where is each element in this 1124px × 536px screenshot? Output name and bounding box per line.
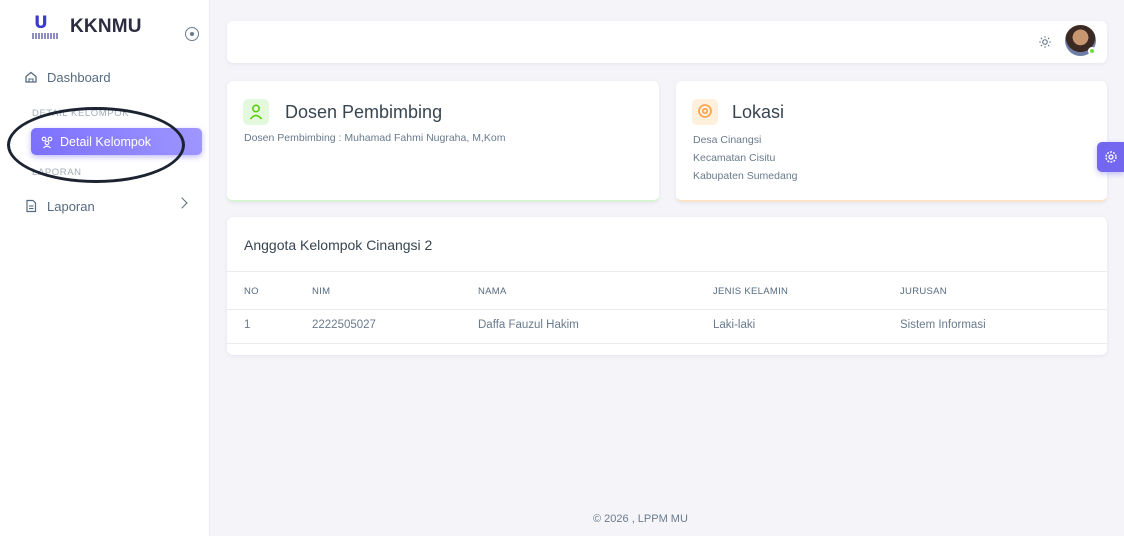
anggota-card: Anggota Kelompok Cinangsi 2 NO NIM NAMA … — [227, 217, 1107, 355]
sidebar-item-label: Dashboard — [47, 69, 111, 85]
lokasi-desa: Desa Cinangsi — [693, 134, 762, 146]
divider — [227, 343, 1107, 344]
annotation-ellipse — [7, 107, 185, 183]
sidebar-item-dashboard[interactable]: Dashboard — [24, 63, 111, 91]
sidebar-toggle-icon[interactable] — [185, 27, 199, 41]
file-text-icon — [26, 199, 37, 213]
lokasi-title: Lokasi — [732, 102, 785, 122]
online-status-dot — [1088, 47, 1096, 55]
university-logo: U — [32, 14, 58, 40]
user-icon — [243, 99, 269, 125]
chevron-right-icon[interactable] — [176, 197, 188, 209]
sidebar-item-laporan[interactable]: Laporan — [24, 192, 95, 220]
col-header-no: NO — [244, 286, 259, 297]
brand-name: KKNMU — [70, 16, 142, 37]
lokasi-kabupaten: Kabupaten Sumedang — [693, 170, 798, 182]
top-navbar — [227, 21, 1107, 63]
footer-copyright: © 2026 , LPPM MU — [593, 513, 688, 525]
col-header-jenis-kelamin: JENIS KELAMIN — [713, 286, 789, 297]
home-icon — [25, 71, 37, 83]
col-header-nim: NIM — [312, 286, 331, 297]
gear-icon — [1105, 151, 1117, 163]
cell-jenis-kelamin: Laki-laki — [713, 319, 756, 331]
col-header-nama: NAMA — [478, 286, 507, 297]
dosen-card: Dosen Pembimbing Dosen Pembimbing : Muha… — [227, 81, 659, 202]
divider — [227, 271, 1107, 272]
customizer-settings-button[interactable] — [1097, 142, 1124, 172]
cell-nim: 2222505027 — [312, 319, 376, 331]
map-pin-icon — [692, 99, 718, 125]
brand[interactable]: U KKNMU — [32, 14, 142, 40]
sidebar-item-label: Laporan — [47, 198, 95, 214]
lokasi-kecamatan: Kecamatan Cisitu — [693, 152, 776, 164]
sidebar: U KKNMU Dashboard DETAIL KELOMPOK Detail… — [0, 0, 210, 536]
cell-nama: Daffa Fauzul Hakim — [478, 319, 579, 331]
divider — [227, 309, 1107, 310]
col-header-jurusan: JURUSAN — [900, 286, 947, 297]
lokasi-card: Lokasi Desa Cinangsi Kecamatan Cisitu Ka… — [676, 81, 1107, 202]
table-title: Anggota Kelompok Cinangsi 2 — [244, 237, 433, 253]
dosen-text: Dosen Pembimbing : Muhamad Fahmi Nugraha… — [244, 132, 506, 144]
sun-icon[interactable] — [1039, 36, 1051, 48]
cell-no: 1 — [244, 319, 251, 331]
dosen-title: Dosen Pembimbing — [285, 102, 443, 122]
cell-jurusan: Sistem Informasi — [900, 319, 986, 331]
